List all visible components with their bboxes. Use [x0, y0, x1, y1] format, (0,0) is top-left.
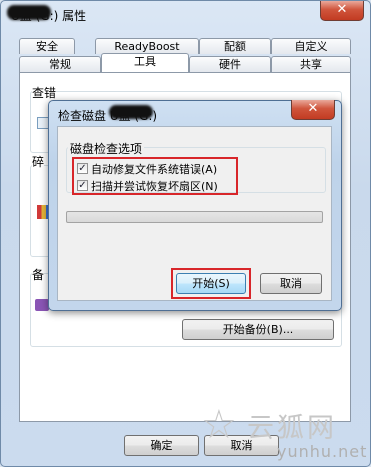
options-highlight: [72, 157, 238, 195]
tab-general[interactable]: 常规: [19, 56, 101, 72]
start-backup-button[interactable]: 开始备份(B)...: [182, 319, 334, 340]
dialog-close-button[interactable]: ✕: [291, 100, 335, 120]
defrag-section-label: 碎: [32, 153, 45, 170]
backup-icon: [35, 299, 49, 311]
check-disk-dialog: 检查磁盘 U盘 (G:) ✕ 磁盘检查选项 ✓ 自动修复文件系统错误(A) ✓ …: [48, 100, 342, 311]
options-group-label: 磁盘检查选项: [68, 140, 145, 157]
check-progress-bar: [66, 211, 323, 223]
ok-button[interactable]: 确定: [124, 435, 199, 456]
tab-security[interactable]: 安全: [19, 38, 75, 54]
start-highlight: [171, 268, 251, 299]
backup-section-label: 备: [32, 266, 45, 283]
tab-tools[interactable]: 工具: [101, 53, 189, 72]
tab-hardware[interactable]: 硬件: [189, 56, 271, 72]
watermark-url: yunhu.net: [277, 442, 368, 461]
dialog-body: 磁盘检查选项 ✓ 自动修复文件系统错误(A) ✓ 扫描并尝试恢复坏扇区(N) 开…: [57, 126, 332, 301]
tab-readyboost[interactable]: ReadyBoost: [95, 38, 199, 54]
check-section-label: 查错: [32, 84, 57, 101]
watermark-text: 云狐网: [247, 413, 337, 444]
watermark-star-icon: ☆: [201, 402, 237, 448]
tab-customize[interactable]: 自定义: [271, 38, 351, 54]
close-button[interactable]: ✕: [320, 1, 364, 21]
dialog-cancel-button[interactable]: 取消: [260, 273, 322, 294]
tab-quota[interactable]: 配额: [199, 38, 271, 54]
redacted-region: [7, 5, 51, 20]
tab-sharing[interactable]: 共享: [271, 56, 351, 72]
redacted-region: [109, 105, 153, 119]
